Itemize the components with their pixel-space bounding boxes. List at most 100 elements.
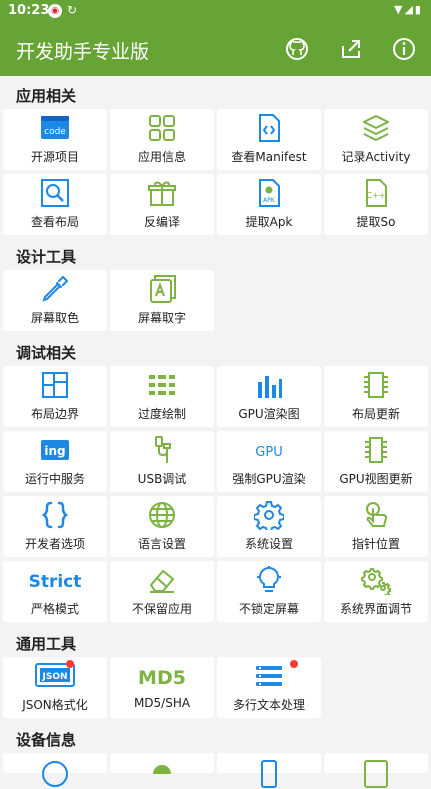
tile-label: 不保留应用: [131, 602, 192, 616]
pointer-hand-icon: [361, 500, 391, 530]
tile-layout-update[interactable]: 布局更新: [324, 366, 428, 427]
tile-label: GPU渲染图: [238, 407, 300, 421]
tile-label: 开源项目: [30, 150, 79, 164]
text-capture-icon: [147, 274, 177, 304]
grid-icon: [147, 113, 177, 143]
new-badge: [290, 660, 298, 668]
status-bar: 10:23 ◉ ↻ ▼◢▮: [0, 0, 431, 23]
tile-view-layout[interactable]: 查看布局: [3, 174, 107, 235]
tile-layout-bounds[interactable]: 布局边界: [3, 366, 107, 427]
gpu-text-icon: GPU: [254, 435, 284, 465]
status-time: 10:23: [8, 3, 50, 18]
layers-icon: [361, 113, 391, 143]
tile-label: 开发者选项: [24, 537, 85, 551]
tile-device-4[interactable]: [324, 753, 428, 788]
globe-icon: [147, 500, 177, 530]
ing-icon-text: ing: [44, 444, 65, 458]
tile-record-activity[interactable]: 记录Activity: [324, 109, 428, 170]
box-icon: [147, 178, 177, 208]
tile-gpu-view-update[interactable]: GPU视图更新: [324, 431, 428, 492]
phone-icon: [254, 759, 284, 789]
tile-extract-apk[interactable]: APK 提取Apk: [217, 174, 321, 235]
tile-label: 布局更新: [351, 407, 400, 421]
code-icon: code: [40, 113, 70, 143]
tile-screen-color[interactable]: 屏幕取色: [3, 270, 107, 331]
tile-multiline-text[interactable]: 多行文本处理: [217, 657, 321, 718]
share-icon[interactable]: [338, 36, 364, 62]
search-frame-icon: [40, 178, 70, 208]
usb-icon: [147, 435, 177, 465]
tile-overdraw[interactable]: 过度绘制: [110, 366, 214, 427]
tile-pointer-location[interactable]: 指针位置: [324, 496, 428, 557]
strict-text-icon: Strict: [25, 565, 85, 595]
lightbulb-icon: [254, 565, 284, 595]
apk-file-icon: APK: [254, 178, 284, 208]
sync-icon: ↻: [67, 3, 78, 17]
layout-grid-icon: [40, 370, 70, 400]
eyedropper-icon: [40, 274, 70, 304]
tile-label: 不锁定屏幕: [238, 602, 299, 616]
code-icon-text: code: [44, 127, 66, 137]
tile-label: 查看布局: [30, 215, 79, 229]
tile-label: 强制GPU渲染: [232, 472, 306, 486]
tile-md5-sha[interactable]: MD5 MD5/SHA: [110, 657, 214, 718]
tile-app-info[interactable]: 应用信息: [110, 109, 214, 170]
notification-icon: ◉: [48, 4, 62, 18]
tile-json-format[interactable]: JSON JSON格式化: [3, 657, 107, 718]
github-icon[interactable]: [284, 36, 310, 62]
bar-chart-icon: [254, 370, 284, 400]
md5-text-icon: MD5: [132, 661, 192, 691]
tile-stay-awake[interactable]: 不锁定屏幕: [217, 561, 321, 622]
tile-system-ui-tuner[interactable]: 系统界面调节: [324, 561, 428, 622]
tile-view-manifest[interactable]: 查看Manifest: [217, 109, 321, 170]
android-icon: [147, 759, 177, 789]
tile-label: 系统设置: [244, 537, 293, 551]
tile-device-1[interactable]: [3, 753, 107, 787]
app-title: 开发助手专业版: [16, 41, 150, 63]
tile-language[interactable]: 语言设置: [110, 496, 214, 557]
system-icons: ▼◢▮: [394, 3, 423, 16]
device-icon: [40, 759, 70, 789]
tile-label: JSON格式化: [22, 698, 88, 712]
tile-label: 提取So: [356, 215, 396, 229]
braces-icon: [40, 500, 70, 530]
tile-label: GPU视图更新: [339, 472, 413, 486]
tile-label: 指针位置: [351, 537, 400, 551]
tile-label: 过度绘制: [137, 407, 186, 421]
tile-label: 多行文本处理: [232, 698, 305, 712]
tile-system-settings[interactable]: 系统设置: [217, 496, 321, 557]
tile-device-2[interactable]: [110, 753, 214, 774]
tile-extract-so[interactable]: C++ 提取So: [324, 174, 428, 235]
info-icon[interactable]: [391, 36, 417, 62]
app-bar: 开发助手专业版: [0, 23, 431, 76]
section-title-app: 应用相关: [16, 87, 77, 105]
tile-open-source[interactable]: code 开源项目: [3, 109, 107, 170]
tile-label: 运行中服务: [24, 472, 85, 486]
tile-label: 屏幕取色: [30, 311, 79, 325]
tile-label: 系统界面调节: [339, 602, 412, 616]
section-title-general: 通用工具: [16, 635, 77, 653]
tile-force-gpu[interactable]: GPU 强制GPU渲染: [217, 431, 321, 492]
overdraw-icon: [147, 370, 177, 400]
tile-device-3[interactable]: [217, 753, 321, 788]
tile-label: 查看Manifest: [231, 150, 307, 164]
md5-icon-text: MD5: [138, 667, 186, 689]
tile-running-services[interactable]: ing 运行中服务: [3, 431, 107, 492]
gpu-chip-icon: [361, 435, 391, 465]
gears-icon: [361, 565, 391, 595]
tile-dont-keep-activities[interactable]: 不保留应用: [110, 561, 214, 622]
tile-usb-debug[interactable]: USB调试: [110, 431, 214, 492]
tile-developer-options[interactable]: 开发者选项: [3, 496, 107, 557]
tile-label: MD5/SHA: [133, 696, 191, 710]
cpp-icon-text: C++: [367, 191, 386, 200]
tile-strict-mode[interactable]: Strict 严格模式: [3, 561, 107, 622]
tile-label: 提取Apk: [245, 215, 293, 229]
tile-label: 应用信息: [137, 150, 186, 164]
screen-icon: [361, 759, 391, 789]
tile-screen-text[interactable]: 屏幕取字: [110, 270, 214, 331]
tile-gpu-render[interactable]: GPU渲染图: [217, 366, 321, 427]
tile-decompile[interactable]: 反编译: [110, 174, 214, 235]
file-code-icon: [254, 113, 284, 143]
section-title-design: 设计工具: [16, 248, 77, 266]
list-lines-icon: [254, 661, 284, 691]
